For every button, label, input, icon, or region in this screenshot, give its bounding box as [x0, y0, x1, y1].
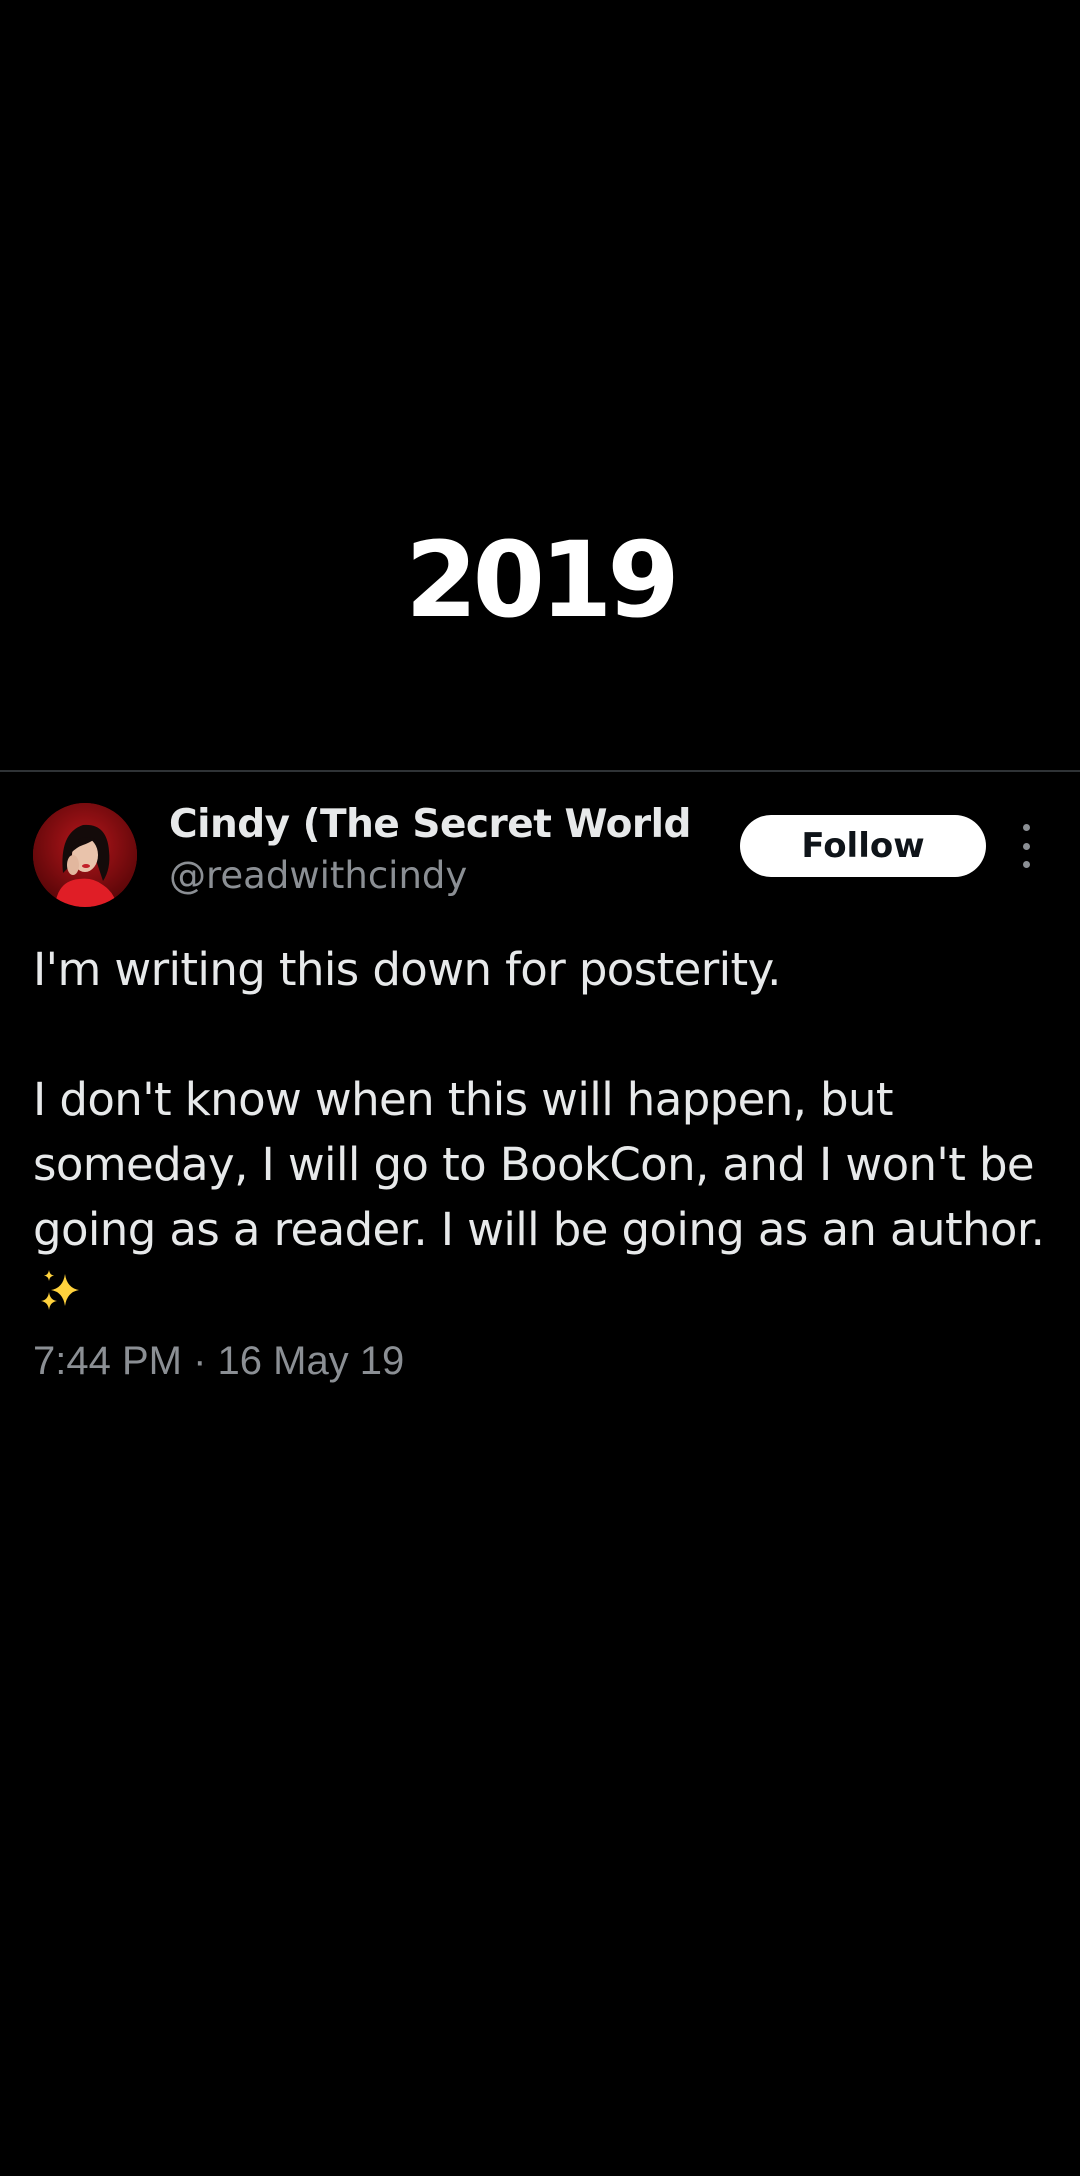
tweet-text-paragraph-content: I don't know when this will happen, but … — [33, 1073, 1045, 1256]
year-caption: 2019 — [405, 519, 679, 641]
tweet-text-paragraph: I don't know when this will happen, but … — [33, 1067, 1053, 1333]
author-display-name[interactable]: Cindy (The Secret World... — [169, 802, 689, 847]
author-handle[interactable]: @readwithcindy — [169, 854, 467, 897]
profile-photo-icon — [33, 803, 137, 907]
follow-button[interactable]: Follow — [740, 815, 986, 877]
tweet-text: I'm writing this down for posterity. I d… — [33, 937, 1053, 1333]
tweet-text-line: I'm writing this down for posterity. — [33, 943, 781, 996]
divider — [0, 770, 1080, 772]
sparkles-icon — [37, 1268, 87, 1333]
tweet-timestamp[interactable]: 7:44 PM · 16 May 19 — [33, 1339, 404, 1384]
more-options-icon[interactable] — [1014, 824, 1038, 868]
avatar[interactable] — [33, 803, 137, 907]
